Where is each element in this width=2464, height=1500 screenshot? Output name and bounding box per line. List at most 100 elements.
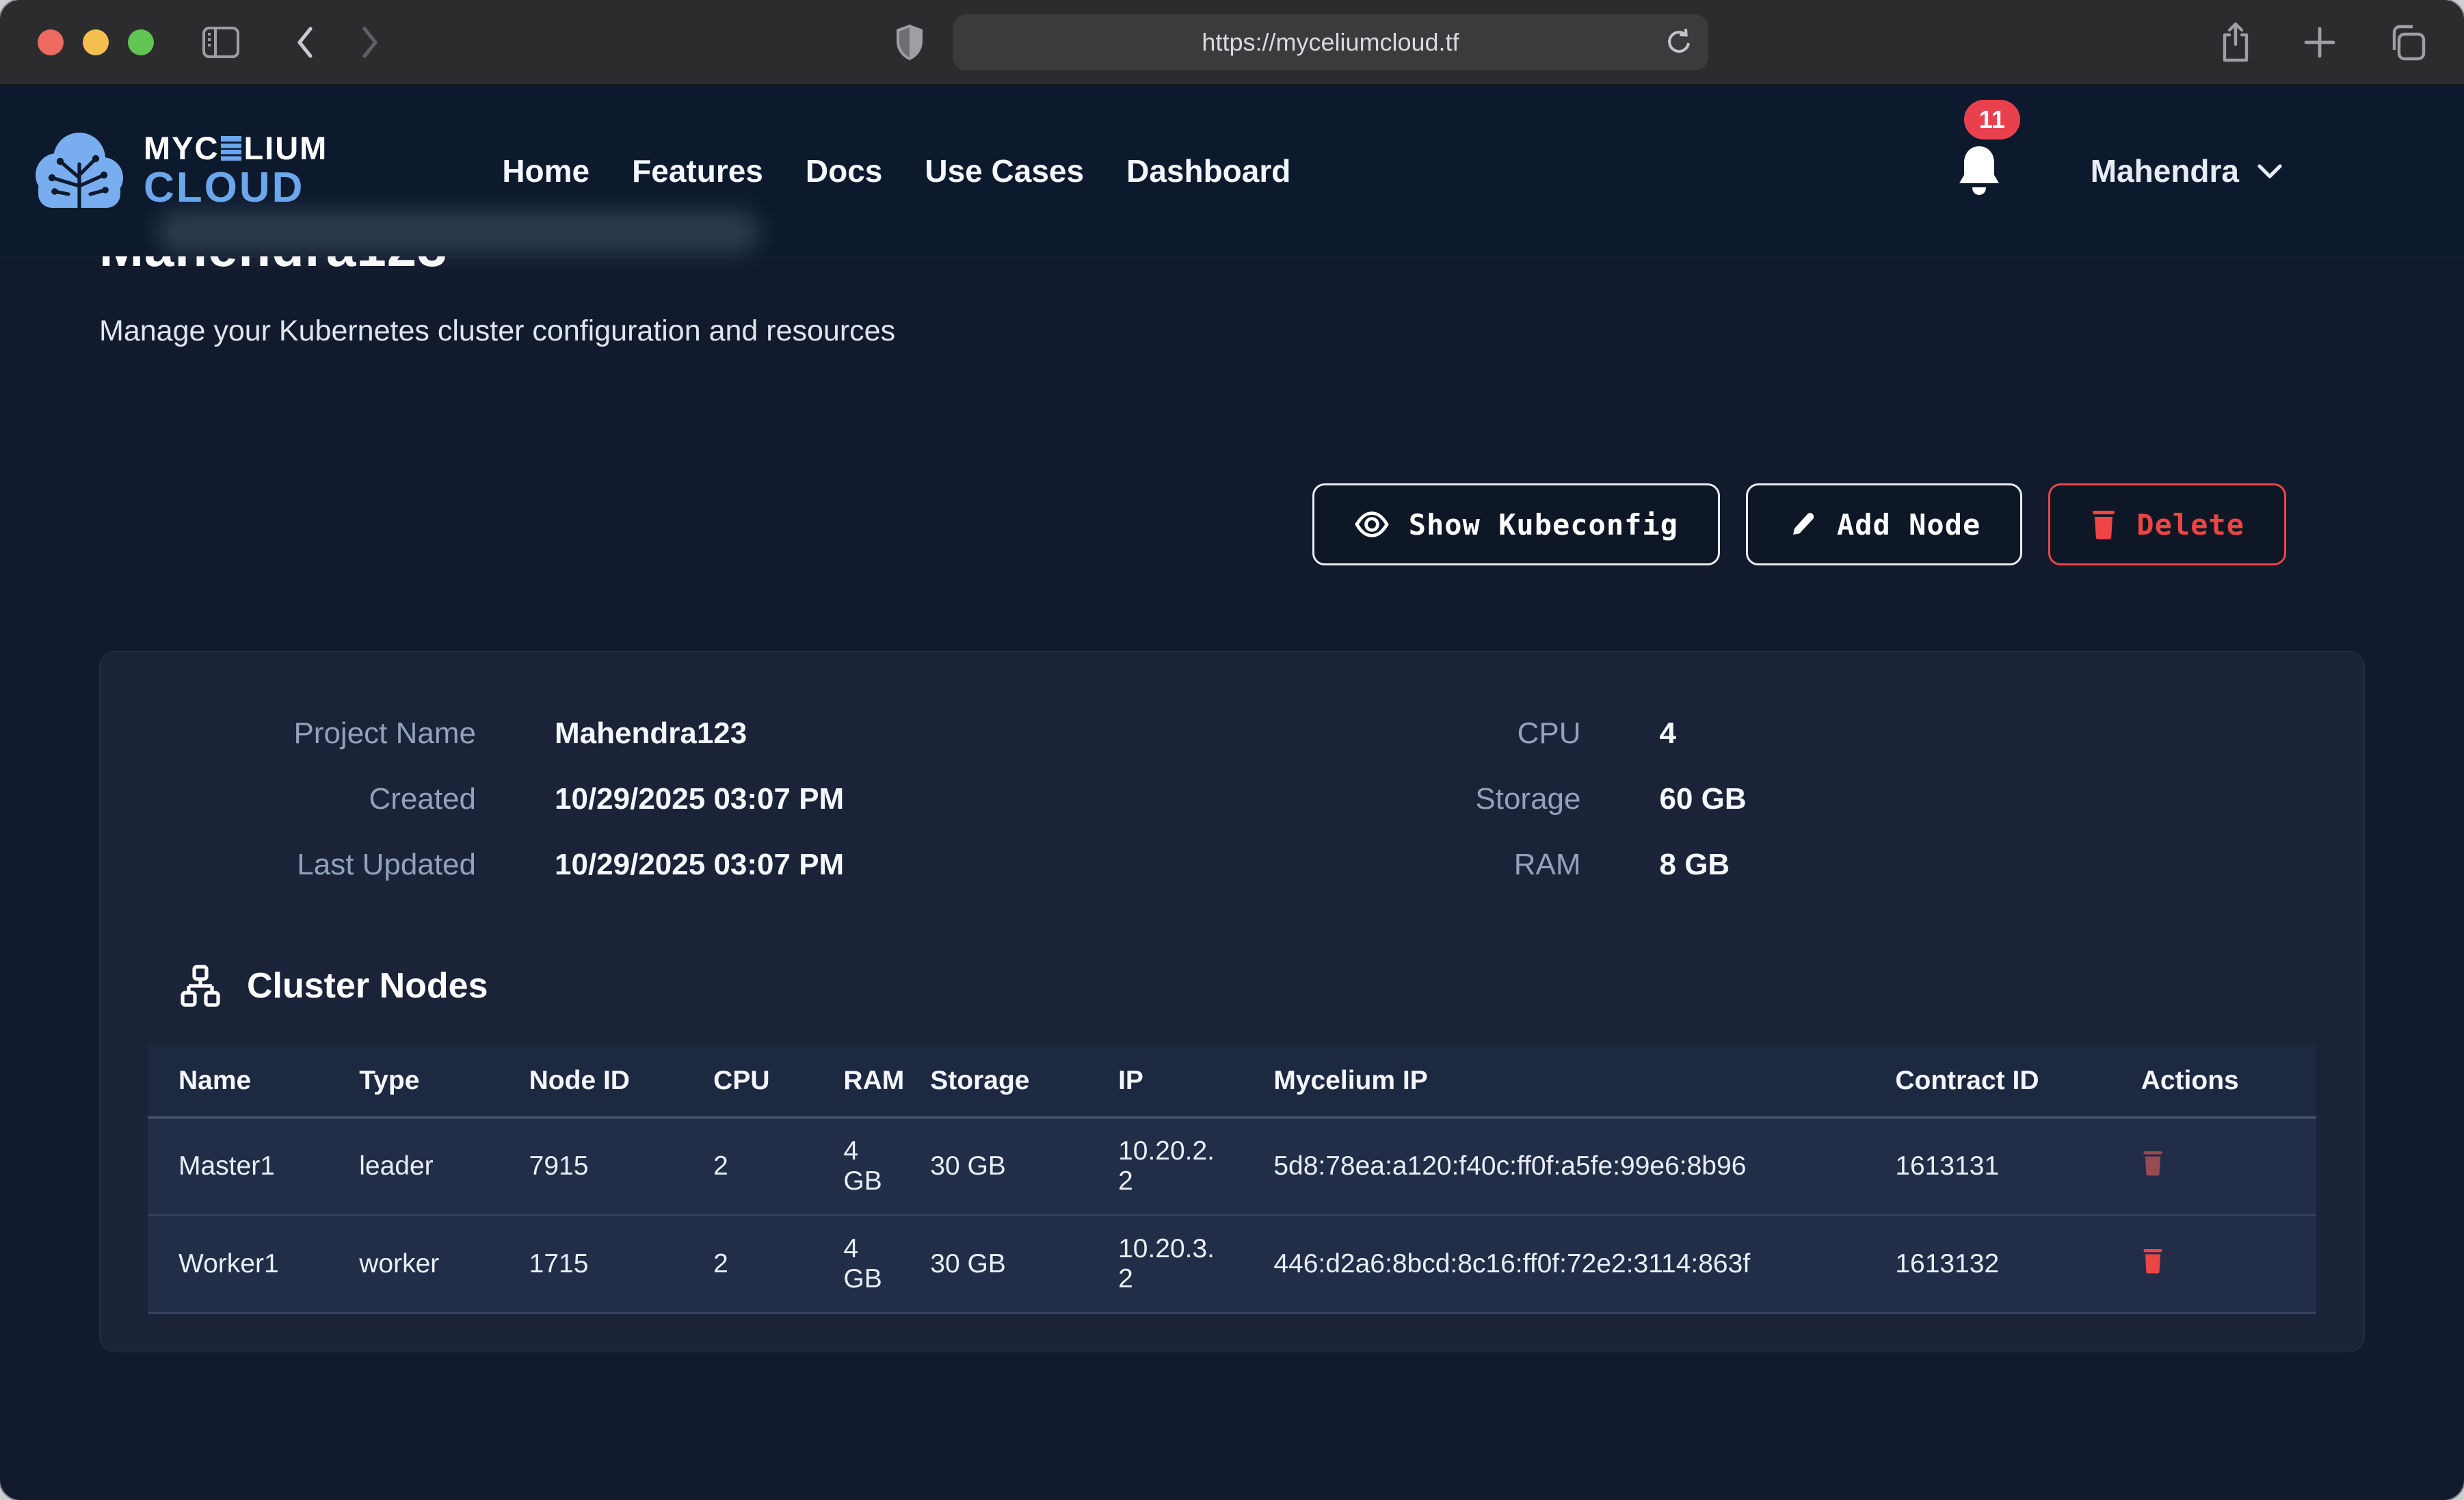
col-ip: IP — [1087, 1045, 1243, 1118]
close-window-button[interactable] — [38, 29, 64, 55]
back-icon[interactable] — [291, 23, 319, 62]
minimize-window-button[interactable] — [83, 29, 109, 55]
col-actions: Actions — [2110, 1045, 2316, 1118]
show-kubeconfig-label: Show Kubeconfig — [1409, 508, 1678, 541]
cell-ram: 4 GB — [812, 1216, 899, 1313]
delete-label: Delete — [2136, 508, 2244, 541]
nav-link-features[interactable]: Features — [632, 152, 763, 189]
cell-name: Worker1 — [148, 1216, 328, 1313]
network-icon — [178, 964, 222, 1008]
site-header: MYC LIUM CLOUD Home Features Docs Use Cas… — [0, 85, 2464, 256]
table-header-row: Name Type Node ID CPU RAM Storage IP Myc… — [148, 1045, 2316, 1118]
dashboard-content: Mahendra123 Manage your Kubernetes clust… — [0, 217, 2464, 1352]
trash-icon — [2090, 509, 2117, 540]
ram-label: RAM — [1260, 848, 1581, 882]
delete-node-button[interactable] — [2141, 1149, 2164, 1177]
ram-value: 8 GB — [1660, 848, 2286, 882]
project-name-label: Project Name — [178, 716, 476, 751]
logo-e-bars-icon — [221, 136, 241, 161]
nav-link-home[interactable]: Home — [502, 152, 589, 189]
add-node-button[interactable]: Add Node — [1746, 483, 2022, 565]
created-label: Created — [178, 782, 476, 816]
logo-line1-pre: MYC — [144, 132, 219, 164]
storage-label: Storage — [1260, 782, 1581, 816]
new-tab-icon[interactable] — [2302, 25, 2337, 60]
trash-icon — [2141, 1149, 2164, 1177]
nav-link-use-cases[interactable]: Use Cases — [925, 152, 1084, 189]
nav-links: Home Features Docs Use Cases Dashboard — [502, 152, 1290, 189]
cpu-label: CPU — [1260, 716, 1581, 751]
nav-link-docs[interactable]: Docs — [806, 152, 882, 189]
desktop: https://myceliumcloud.tf — [0, 0, 2464, 1500]
pencil-icon — [1788, 509, 1818, 539]
scroll-blur-artifact — [157, 211, 759, 253]
last-updated-value: 10/29/2025 03:07 PM — [555, 848, 1181, 882]
mycelium-cloud-logo-icon — [27, 123, 131, 219]
user-name: Mahendra — [2091, 152, 2239, 189]
col-node-id: Node ID — [499, 1045, 683, 1118]
cpu-value: 4 — [1660, 716, 2286, 751]
brand-wordmark: MYC LIUM CLOUD — [144, 132, 328, 209]
page-subtitle: Manage your Kubernetes cluster configura… — [99, 314, 2365, 348]
col-ram: RAM — [812, 1045, 899, 1118]
notifications-button[interactable]: 11 — [1953, 142, 2005, 200]
col-storage: Storage — [899, 1045, 1087, 1118]
table-row-worker1: Worker1 worker 1715 2 4 GB 30 GB 10.20.3… — [148, 1216, 2316, 1313]
cluster-info-card: Project Name Mahendra123 CPU 4 Created 1… — [99, 651, 2365, 1352]
cell-name: Master1 — [148, 1118, 328, 1216]
table-row-master1: Master1 leader 7915 2 4 GB 30 GB 10.20.2… — [148, 1118, 2316, 1216]
cell-node-id: 1715 — [499, 1216, 683, 1313]
chevron-down-icon — [2257, 162, 2283, 180]
user-menu[interactable]: Mahendra — [2091, 152, 2283, 189]
add-node-label: Add Node — [1837, 508, 1981, 541]
col-cpu: CPU — [683, 1045, 812, 1118]
cell-type: worker — [328, 1216, 498, 1313]
created-value: 10/29/2025 03:07 PM — [555, 782, 1181, 816]
col-name: Name — [148, 1045, 328, 1118]
logo-line2: CLOUD — [144, 167, 328, 209]
notification-count-badge: 11 — [1964, 100, 2020, 139]
cell-contract-id: 1613132 — [1864, 1216, 2110, 1313]
cluster-info-grid: Project Name Mahendra123 CPU 4 Created 1… — [148, 716, 2316, 882]
eye-icon — [1354, 511, 1390, 538]
trash-icon — [2141, 1247, 2164, 1274]
cell-cpu: 2 — [683, 1118, 812, 1216]
share-icon[interactable] — [2218, 21, 2253, 64]
cell-type: leader — [328, 1118, 498, 1216]
browser-window: https://myceliumcloud.tf — [0, 0, 2464, 1500]
browser-toolbar: https://myceliumcloud.tf — [0, 0, 2464, 85]
forward-icon[interactable] — [356, 23, 384, 62]
cell-ip: 10.20.3.2 — [1087, 1216, 1243, 1313]
reload-icon[interactable] — [1665, 27, 1693, 58]
project-name-value: Mahendra123 — [555, 716, 1181, 751]
nav-link-dashboard[interactable]: Dashboard — [1126, 152, 1290, 189]
privacy-shield-icon[interactable] — [894, 23, 925, 62]
col-contract-id: Contract ID — [1864, 1045, 2110, 1118]
bell-icon — [1953, 142, 2005, 200]
cell-mycelium-ip: 446:d2a6:8bcd:8c16:ff0f:72e2:3114:863f — [1243, 1216, 1864, 1313]
logo-line1-post: LIUM — [243, 132, 328, 164]
cell-mycelium-ip: 5d8:78ea:a120:f40c:ff0f:a5fe:99e6:8b96 — [1243, 1118, 1864, 1216]
cell-cpu: 2 — [683, 1216, 812, 1313]
col-mycelium-ip: Mycelium IP — [1243, 1045, 1864, 1118]
zoom-window-button[interactable] — [128, 29, 154, 55]
last-updated-label: Last Updated — [178, 848, 476, 882]
cell-storage: 30 GB — [899, 1118, 1087, 1216]
cluster-actions: Show Kubeconfig Add Node Delete — [99, 483, 2286, 565]
cluster-nodes-table: Name Type Node ID CPU RAM Storage IP Myc… — [148, 1045, 2316, 1314]
brand-logo[interactable]: MYC LIUM CLOUD — [27, 123, 328, 219]
tab-overview-icon[interactable] — [2387, 24, 2426, 61]
cluster-nodes-header: Cluster Nodes — [148, 964, 2316, 1008]
delete-cluster-button[interactable]: Delete — [2048, 483, 2286, 565]
sidebar-toggle-icon[interactable] — [202, 26, 240, 59]
address-bar[interactable]: https://myceliumcloud.tf — [953, 14, 1708, 70]
cell-ram: 4 GB — [812, 1118, 899, 1216]
col-type: Type — [328, 1045, 498, 1118]
storage-value: 60 GB — [1660, 782, 2286, 816]
window-controls — [38, 29, 154, 55]
cell-storage: 30 GB — [899, 1216, 1087, 1313]
delete-node-button[interactable] — [2141, 1247, 2164, 1274]
show-kubeconfig-button[interactable]: Show Kubeconfig — [1312, 483, 1720, 565]
cluster-nodes-title: Cluster Nodes — [247, 965, 488, 1006]
cell-contract-id: 1613131 — [1864, 1118, 2110, 1216]
